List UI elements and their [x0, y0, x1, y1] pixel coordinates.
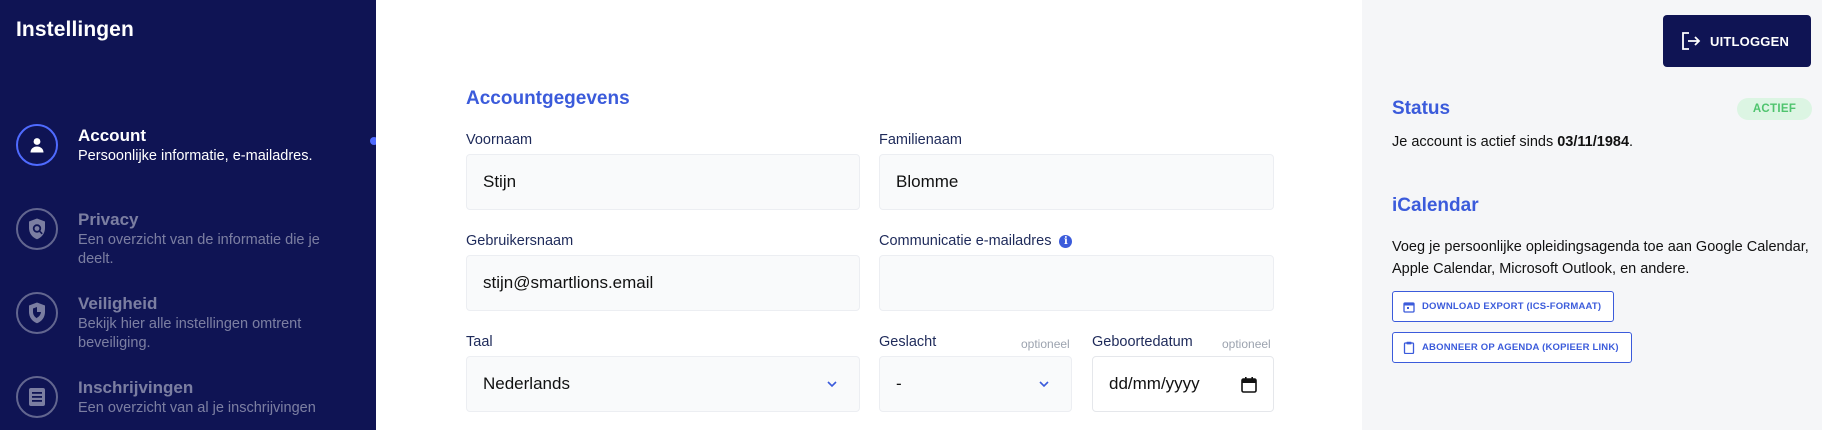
download-export-button[interactable]: DOWNLOAD EXPORT (ICS-FORMAAT) [1392, 291, 1615, 322]
user-icon [16, 124, 58, 166]
security-shield-icon [16, 292, 58, 334]
icalendar-title: iCalendar [1392, 195, 1479, 216]
gender-value: - [896, 374, 902, 393]
calendar-icon [1403, 301, 1415, 313]
list-icon [16, 376, 58, 418]
status-text-before: Je account is actief sinds [1392, 134, 1558, 150]
sidebar-item-label: Inschrijvingen [78, 378, 194, 397]
privacy-shield-icon [16, 208, 58, 250]
gender-label: Geslacht [879, 334, 937, 350]
birthdate-optional-hint: optioneel [1222, 337, 1271, 351]
username-label: Gebruikersnaam [466, 233, 574, 249]
birthdate-placeholder: dd/mm/yyyy [1109, 374, 1200, 393]
logout-icon [1682, 32, 1701, 50]
firstname-label: Voornaam [466, 132, 533, 148]
download-export-label: DOWNLOAD EXPORT (ICS-FORMAAT) [1422, 301, 1602, 312]
status-title: Status [1392, 98, 1451, 119]
sidebar-item-description: Persoonlijke informatie, e-mailadres. [78, 148, 313, 164]
firstname-value: Stijn [483, 172, 517, 191]
sidebar-item-inschrijvingen[interactable]: Inschrijvingen Een overzicht van al je i… [16, 376, 356, 418]
sidebar-item-account[interactable]: Account Persoonlijke informatie, e-maila… [16, 124, 356, 166]
gender-select[interactable]: - [879, 356, 1072, 412]
sidebar-item-label: Privacy [78, 210, 139, 229]
lastname-label: Familienaam [879, 132, 962, 148]
calendar-icon[interactable] [1241, 376, 1257, 393]
sidebar-item-veiligheid[interactable]: Veiligheid Bekijk hier alle instellingen… [16, 292, 356, 353]
clipboard-icon [1403, 341, 1415, 354]
account-side-panel: UITLOGGEN Status ACTIEF Je account is ac… [1362, 0, 1822, 430]
sidebar-title: Instellingen [16, 18, 134, 41]
comm-email-input[interactable] [879, 255, 1274, 311]
sidebar-item-description: Een overzicht van al je inschrijvingen [78, 400, 316, 416]
subscribe-calendar-button[interactable]: ABONNEER OP AGENDA (KOPIEER LINK) [1392, 332, 1632, 363]
birthdate-label: Geboortedatum [1092, 334, 1193, 350]
info-icon[interactable]: i [1059, 235, 1073, 248]
sidebar-item-label: Account [78, 126, 146, 145]
lastname-value: Blomme [896, 172, 959, 191]
chevron-down-icon [827, 381, 837, 388]
lastname-input[interactable]: Blomme [879, 154, 1274, 210]
status-text-after: . [1629, 134, 1634, 150]
subscribe-calendar-label: ABONNEER OP AGENDA (KOPIEER LINK) [1422, 342, 1619, 353]
comm-email-label-text: Communicatie e-mailadres [879, 233, 1052, 249]
icalendar-description: Voeg je persoonlijke opleidingsagenda to… [1392, 239, 1809, 277]
gender-optional-hint: optioneel [1021, 337, 1070, 351]
chevron-down-icon [1039, 381, 1049, 388]
username-value: stijn@smartlions.email [483, 273, 654, 292]
sidebar: Instellingen Account Persoonlijke inform… [0, 0, 378, 430]
username-input[interactable]: stijn@smartlions.email [466, 255, 860, 311]
birthdate-input[interactable]: dd/mm/yyyy [1092, 356, 1274, 412]
sidebar-item-description: Bekijk hier alle instellingen omtrent be… [78, 316, 302, 351]
language-select[interactable]: Nederlands [466, 356, 860, 412]
account-form: Accountgegevens Voornaam Stijn Familiena… [376, 0, 1362, 430]
sidebar-item-description: Een overzicht van de informatie die je d… [78, 232, 320, 267]
sidebar-item-label: Veiligheid [78, 294, 158, 313]
sidebar-item-privacy[interactable]: Privacy Een overzicht van de informatie … [16, 208, 356, 269]
status-date: 03/11/1984 [1557, 134, 1630, 150]
comm-email-label: Communicatie e-mailadres i [879, 233, 1073, 249]
section-title: Accountgegevens [466, 88, 630, 109]
logout-button[interactable]: UITLOGGEN [1663, 15, 1811, 67]
status-badge: ACTIEF [1737, 98, 1812, 120]
status-text: Je account is actief sinds 03/11/1984. [1392, 131, 1633, 153]
logout-label: UITLOGGEN [1710, 33, 1790, 49]
firstname-input[interactable]: Stijn [466, 154, 860, 210]
language-label: Taal [466, 334, 493, 350]
language-value: Nederlands [483, 374, 570, 393]
